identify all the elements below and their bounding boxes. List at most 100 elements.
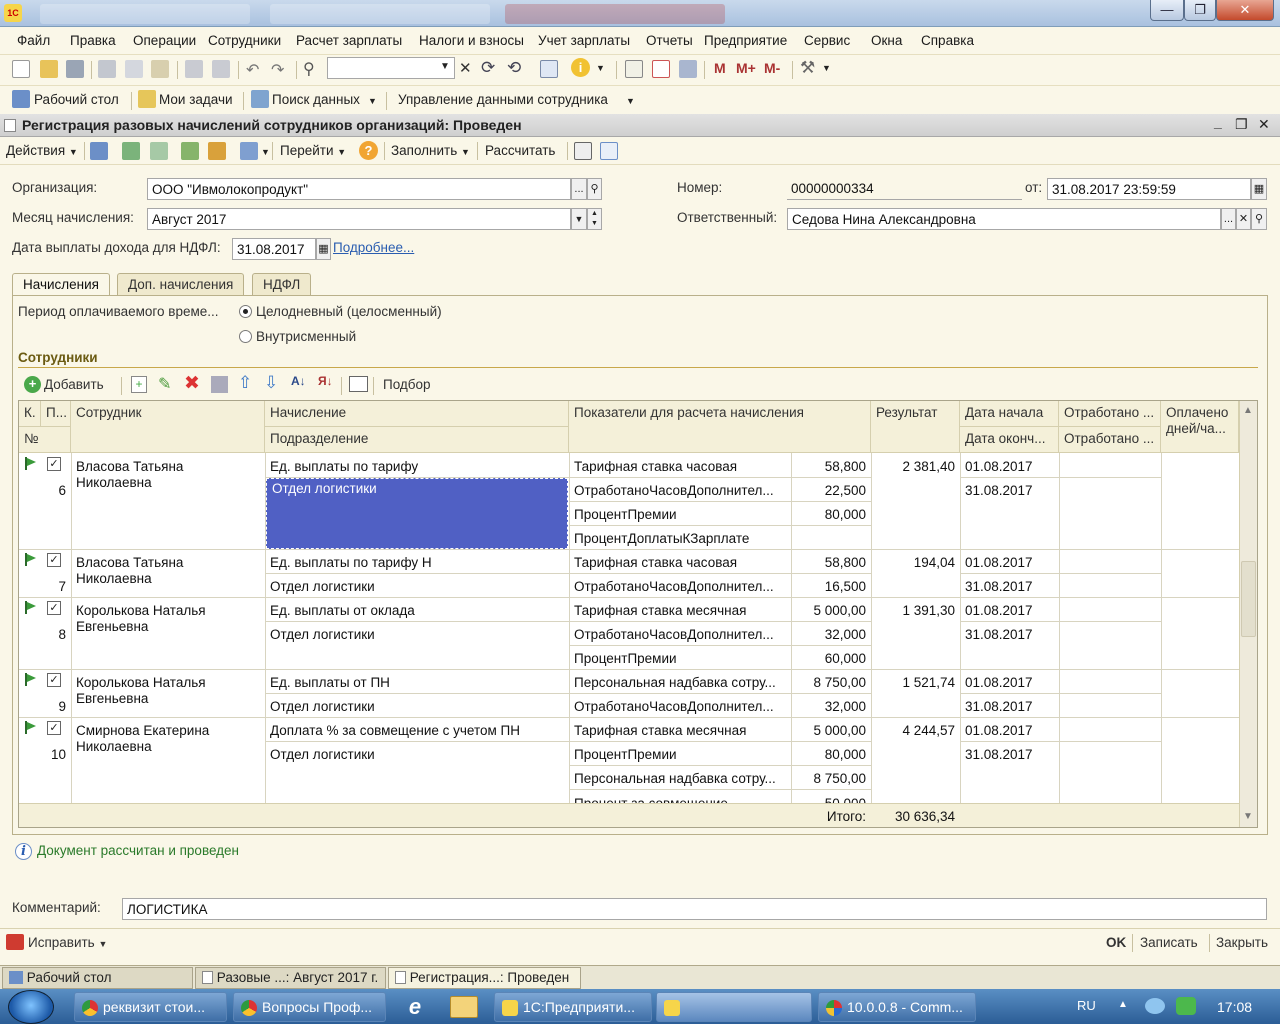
pick-button[interactable]: Подбор [383,377,431,392]
accrual-cell[interactable]: Ед. выплаты по тарифу [265,457,569,476]
date-start-cell[interactable]: 01.08.2017 [960,721,1038,740]
indicator-value[interactable]: 8 750,00 [791,769,871,788]
delete-icon[interactable]: ✖ [184,372,200,395]
add-button[interactable]: Добавить [44,377,104,392]
indicator-value[interactable]: 32,000 [791,625,871,644]
comment-field[interactable]: ЛОГИСТИКА [122,898,1267,920]
chevron-down-icon[interactable]: ▼ [261,147,270,157]
scroll-up-icon[interactable]: ▲ [1243,405,1253,416]
ndfl-date-field[interactable]: 31.08.2017 [232,238,316,260]
print-icon[interactable] [185,60,203,78]
ie-icon[interactable]: e [398,994,432,1020]
vertical-scrollbar[interactable]: ▲ ▼ [1239,401,1257,827]
doc-datetime-field[interactable]: 31.08.2017 23:59:59 [1047,178,1251,200]
date-end-cell[interactable]: 31.08.2017 [960,577,1038,596]
memory-minus-icon[interactable]: M- [764,60,780,76]
calendar-icon[interactable]: ▦ [1251,178,1267,200]
menu-payroll-accounting[interactable]: Учет зарплаты [538,33,630,48]
doc-minimize-button[interactable]: _ [1214,114,1222,130]
col-dept-header[interactable]: Подразделение [265,427,569,453]
calendar-icon[interactable]: ▦ [316,238,331,260]
save-button[interactable]: Записать [1140,935,1198,950]
row-checkbox[interactable]: ✓ [47,457,61,471]
memory-plus-icon[interactable]: M+ [736,60,756,76]
add-icon[interactable]: + [24,376,41,393]
open-folder-icon[interactable] [40,60,58,78]
taskbar-item-1c-active[interactable] [656,992,812,1022]
number-field[interactable]: 00000000334 [787,178,1022,200]
taskbar-item-chrome-2[interactable]: Вопросы Проф... [233,992,386,1022]
col-p-header[interactable]: П... [41,401,71,427]
date-start-cell[interactable]: 01.08.2017 [960,601,1038,620]
result-cell[interactable]: 4 244,57 [871,721,960,740]
actions-menu[interactable]: Действия ▼ [6,143,78,158]
date-end-cell[interactable]: 31.08.2017 [960,625,1038,644]
windows-icon[interactable] [540,60,558,78]
accrual-cell[interactable]: Ед. выплаты по тарифу Н [265,553,569,572]
language-indicator[interactable]: RU [1077,998,1096,1013]
help-icon[interactable]: ? [359,141,378,160]
close-button[interactable]: ✕ [1216,0,1274,21]
full-day-radio[interactable] [239,305,252,318]
col-accrual-header[interactable]: Начисление [265,401,569,427]
print-doc-icon[interactable] [240,142,258,160]
menu-service[interactable]: Сервис [804,33,850,48]
tools-icon[interactable]: ⚒ [800,58,815,78]
scrollbar-thumb[interactable] [1241,561,1256,637]
data-search-button[interactable]: Поиск данных [272,92,360,107]
window-tab-one-time[interactable]: Разовые ...: Август 2017 г. [195,967,386,989]
indicator-value[interactable]: 80,000 [791,505,871,524]
col-indicators-header[interactable]: Показатели для расчета начисления [569,401,871,453]
taskbar-item-chrome-1[interactable]: реквизит стои... [74,992,227,1022]
print-preview-icon[interactable] [212,60,230,78]
tree-view-icon[interactable] [600,142,618,160]
copy-row-icon[interactable]: + [131,376,147,393]
accrual-cell[interactable]: Ед. выплаты от оклада [265,601,569,620]
indicator-value[interactable]: 16,500 [791,577,871,596]
window-tab-desktop[interactable]: Рабочий стол [2,967,193,989]
minimize-button[interactable]: — [1150,0,1184,21]
close-form-button[interactable]: Закрыть [1216,935,1268,950]
find-previous-icon[interactable]: ⟲ [507,58,521,78]
responsible-open-icon[interactable]: ⚲ [1251,208,1267,230]
tab-extra-accruals[interactable]: Доп. начисления [117,273,245,295]
post-close-icon[interactable] [90,142,108,160]
col-worked1-header[interactable]: Отработано ... [1059,401,1161,427]
details-link[interactable]: Подробнее... [333,240,414,255]
menu-employees[interactable]: Сотрудники [208,33,281,48]
col-worked2-header[interactable]: Отработано ... [1059,427,1161,453]
indicator-value[interactable]: 80,000 [791,745,871,764]
based-on-icon[interactable] [181,142,199,160]
date-start-cell[interactable]: 01.08.2017 [960,553,1038,572]
tab-accruals[interactable]: Начисления [12,273,110,296]
start-button[interactable] [8,990,54,1024]
date-end-cell[interactable]: 31.08.2017 [960,481,1038,500]
search-dropdown-icon[interactable]: ▼ [440,61,450,72]
row-checkbox[interactable]: ✓ [47,553,61,567]
org-open-icon[interactable]: ⚲ [587,178,602,200]
sort-asc-icon[interactable]: A↓ [291,374,306,388]
indicator-value[interactable]: 58,800 [791,457,871,476]
col-k-header[interactable]: К. [19,401,41,427]
copy-document-icon[interactable] [150,142,168,160]
list-view-icon[interactable] [574,142,592,160]
result-cell[interactable]: 1 391,30 [871,601,960,620]
col-date-start-header[interactable]: Дата начала [960,401,1059,427]
taskbar-item-1c[interactable]: 1С:Предприяти... [494,992,652,1022]
explorer-folder-icon[interactable] [450,996,478,1018]
move-up-icon[interactable]: ⇧ [238,373,252,393]
org-select-button[interactable]: ... [571,178,587,200]
columns-icon[interactable] [349,376,368,392]
department-cell-selected[interactable]: Отдел логистики [266,478,568,549]
tools-dropdown-icon[interactable]: ▼ [822,63,831,73]
col-result-header[interactable]: Результат [871,401,960,453]
goto-menu[interactable]: Перейти ▼ [280,143,346,158]
users-icon[interactable] [679,60,697,78]
info-icon[interactable]: i [571,58,590,77]
info-dropdown-icon[interactable]: ▼ [596,63,605,73]
indicator-value[interactable]: 50,000 [791,793,871,803]
menu-operations[interactable]: Операции [133,33,196,48]
date-end-cell[interactable]: 31.08.2017 [960,745,1038,764]
copy-icon[interactable] [125,60,143,78]
undo-icon[interactable]: ↶ [246,60,259,80]
